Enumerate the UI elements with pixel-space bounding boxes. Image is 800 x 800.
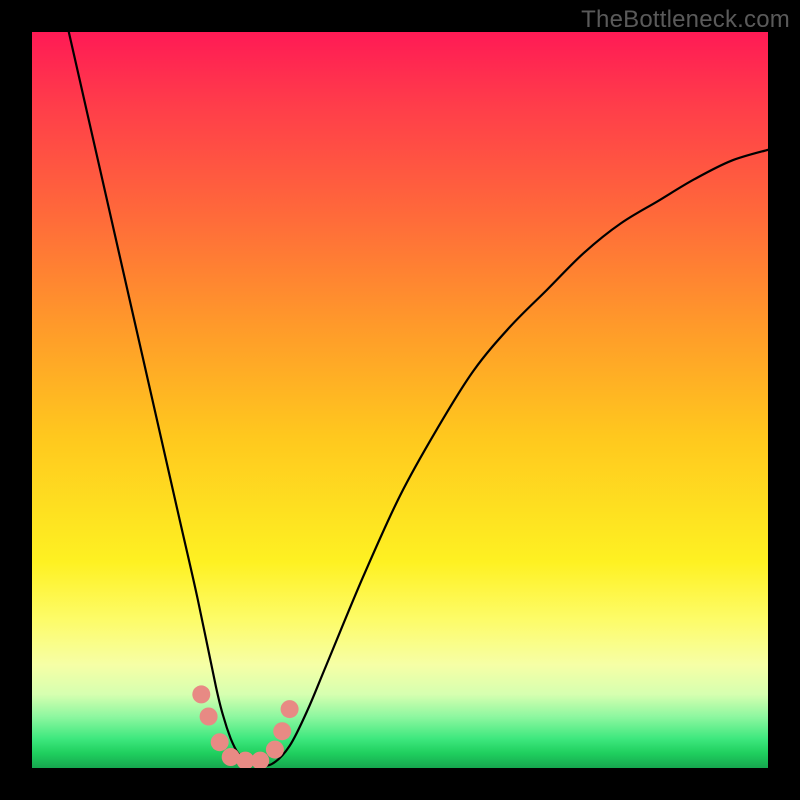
watermark-text: TheBottleneck.com bbox=[581, 6, 790, 34]
curve-marker bbox=[266, 741, 284, 759]
plot-area bbox=[32, 32, 768, 768]
curve-marker bbox=[192, 685, 210, 703]
curve-marker bbox=[200, 708, 218, 726]
curve-marker bbox=[251, 752, 269, 768]
curve-marker bbox=[281, 700, 299, 718]
chart-frame: TheBottleneck.com bbox=[0, 0, 800, 800]
curve-marker bbox=[211, 733, 229, 751]
bottleneck-curve-svg bbox=[32, 32, 768, 768]
curve-marker bbox=[273, 722, 291, 740]
bottleneck-curve bbox=[69, 32, 768, 766]
